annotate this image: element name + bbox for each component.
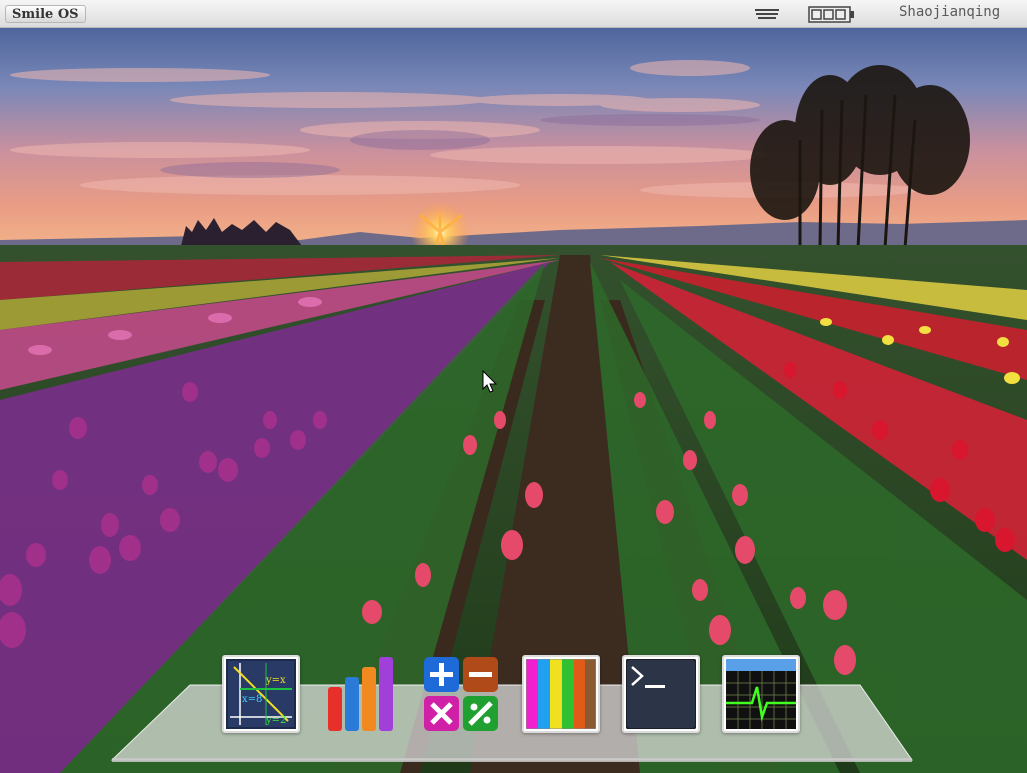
calculator-icon [424, 657, 498, 731]
plot-label-y2: y=2 [265, 715, 286, 726]
heartbeat-monitor-icon [726, 659, 796, 729]
plot-label-yx: y=x [265, 675, 286, 686]
current-user-label: Shaojianqing [899, 4, 1001, 20]
calculator-app[interactable] [422, 655, 500, 733]
plot-label-x8: x=8 [242, 694, 262, 705]
palette-app[interactable] [522, 655, 600, 733]
terminal-icon [626, 659, 696, 729]
top-menu-bar: Smile OS Shaojianqing [0, 0, 1027, 28]
chart-app[interactable] [322, 655, 400, 733]
os-menu-button[interactable]: Smile OS [5, 5, 86, 23]
menu-lines-icon[interactable] [752, 6, 782, 22]
bar-chart-icon [328, 657, 393, 731]
system-monitor-app[interactable] [722, 655, 800, 733]
math-plot-app[interactable]: y=x x=8 y=2 [222, 655, 300, 733]
graph-plot-icon: y=x x=8 y=2 [226, 659, 296, 729]
color-palette-icon [526, 659, 596, 729]
battery-icon[interactable] [808, 6, 856, 23]
desktop-wallpaper [0, 0, 1027, 773]
terminal-app[interactable] [622, 655, 700, 733]
